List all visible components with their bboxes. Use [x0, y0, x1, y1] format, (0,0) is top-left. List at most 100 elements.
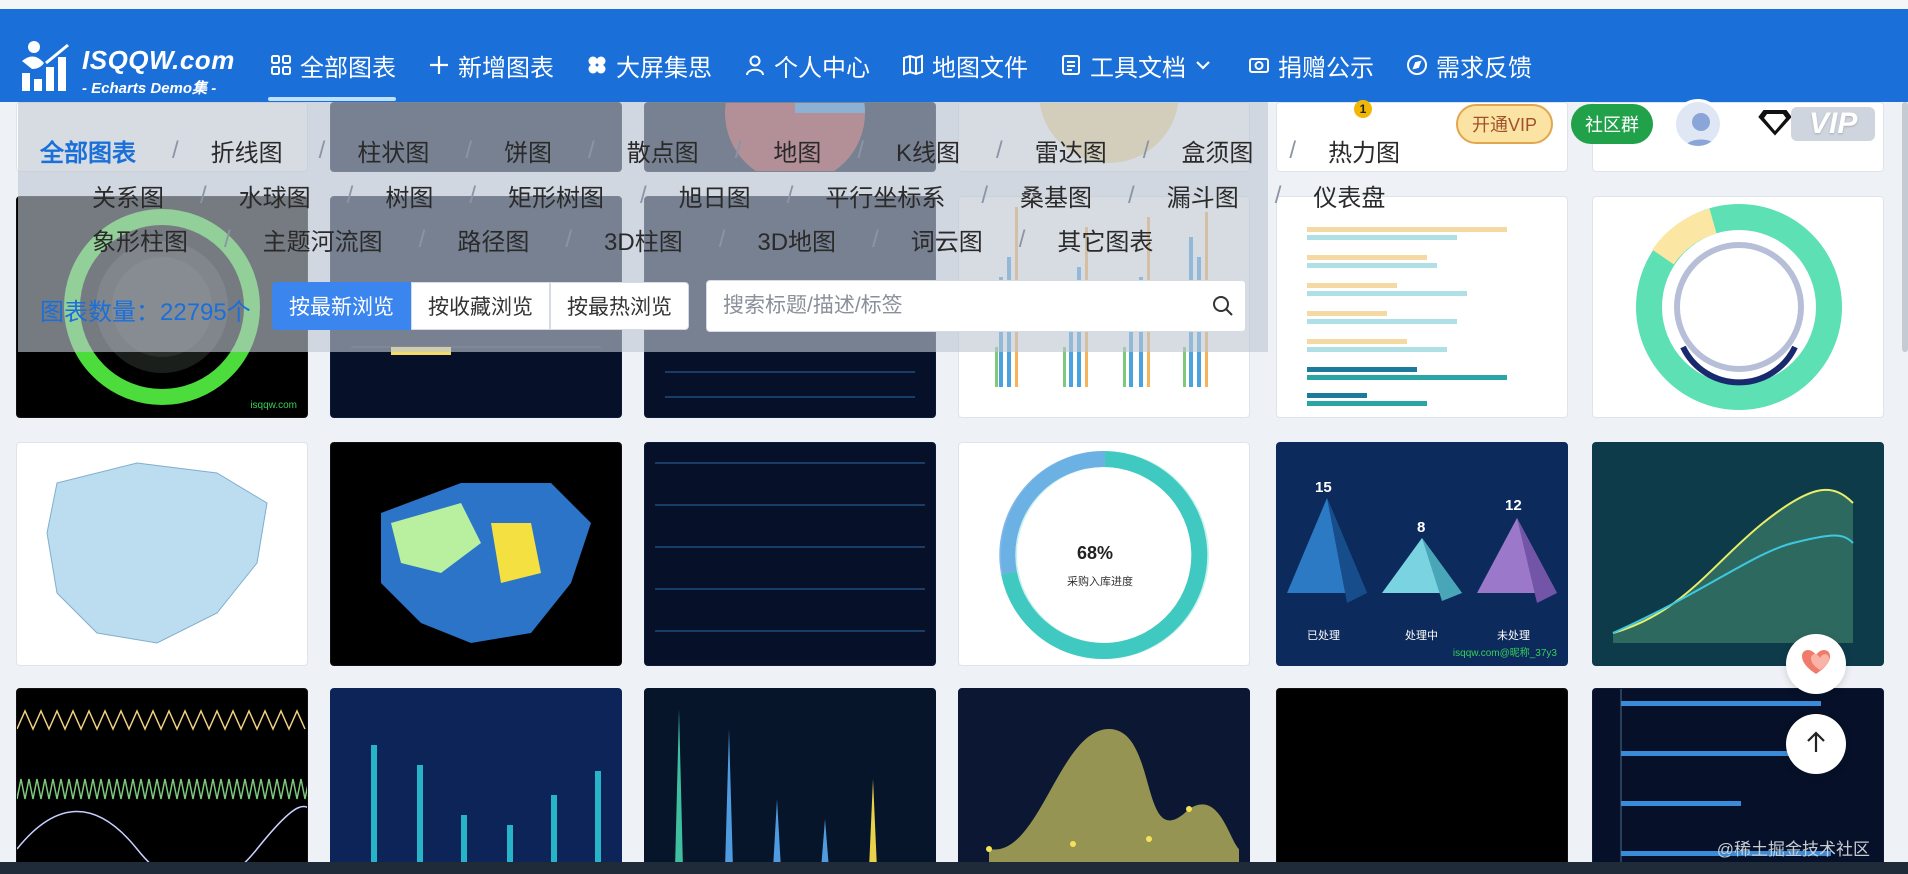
- filter-separator: /: [469, 181, 477, 209]
- like-hearts-button[interactable]: [1786, 634, 1846, 694]
- filter-separator: /: [1142, 136, 1150, 164]
- search-input[interactable]: [707, 281, 1201, 331]
- chart-card[interactable]: [1592, 442, 1884, 666]
- logo-title: ISQQW.com: [82, 45, 235, 75]
- nav-donations[interactable]: 捐赠公示: [1246, 39, 1374, 91]
- filter-liquidfill[interactable]: 水球图: [239, 178, 311, 213]
- nav-all-charts[interactable]: 全部图表: [268, 39, 396, 101]
- filter-gauge[interactable]: 仪表盘: [1313, 178, 1385, 213]
- chart-card[interactable]: [1276, 196, 1568, 418]
- search-box: [706, 280, 1246, 332]
- filter-all-charts[interactable]: 全部图表: [40, 133, 136, 168]
- nav-big-screen[interactable]: 大屏集思: [584, 39, 712, 91]
- chart-card[interactable]: [330, 688, 622, 868]
- filter-separator: /: [172, 136, 179, 164]
- search-icon[interactable]: [1201, 284, 1245, 328]
- scrollbar[interactable]: [1902, 102, 1908, 352]
- chart-card[interactable]: [330, 442, 622, 666]
- browser-top-strip: [0, 0, 1908, 9]
- vip-logo[interactable]: VIP: [1755, 105, 1876, 144]
- filter-radar[interactable]: 雷达图: [1035, 133, 1107, 168]
- filter-separator: /: [640, 181, 647, 209]
- filter-pie[interactable]: 饼图: [504, 133, 552, 168]
- filter-lines[interactable]: 路径图: [457, 222, 529, 257]
- filter-kline[interactable]: K线图: [896, 133, 960, 168]
- filter-separator: /: [857, 136, 865, 164]
- filter-separator: /: [872, 225, 879, 253]
- chart-card[interactable]: [958, 688, 1250, 868]
- filter-separator: /: [786, 181, 794, 209]
- chart-card[interactable]: [1276, 688, 1568, 868]
- filter-map3d[interactable]: 3D地图: [757, 222, 836, 257]
- filter-separator: /: [465, 136, 473, 164]
- logo-mark-icon: [22, 41, 69, 91]
- filter-tree[interactable]: 树图: [385, 178, 433, 213]
- donate-icon: [1246, 52, 1272, 78]
- filter-scatter[interactable]: 散点图: [627, 133, 699, 168]
- chart-card[interactable]: 15 8 12 已处理 处理中 未处理 isqqw.com@昵称_37y3: [1276, 442, 1568, 666]
- nav-add-chart[interactable]: 新增图表: [426, 39, 554, 91]
- filter-other[interactable]: 其它图表: [1057, 222, 1153, 257]
- vip-logo-text: VIP: [1791, 107, 1876, 141]
- filter-treemap[interactable]: 矩形树图: [508, 178, 604, 213]
- notification-badge: 1: [1354, 100, 1372, 118]
- filter-separator: /: [1128, 181, 1135, 209]
- logo[interactable]: ISQQW.com - Echarts Demo集 -: [18, 39, 238, 97]
- sort-favorites-button[interactable]: 按收藏浏览: [411, 282, 550, 330]
- filter-funnel[interactable]: 漏斗图: [1167, 178, 1239, 213]
- chart-card[interactable]: [16, 688, 308, 868]
- plus-icon: [426, 52, 452, 78]
- nav-map-files[interactable]: 地图文件: [900, 39, 1028, 91]
- nav-feedback[interactable]: 需求反馈: [1404, 39, 1532, 91]
- nav-label: 需求反馈: [1436, 54, 1532, 82]
- filter-pictorialbar[interactable]: 象形柱图: [92, 222, 188, 257]
- pyramid-label-1: 已处理: [1307, 630, 1340, 642]
- watermark: isqqw.com: [250, 400, 297, 411]
- nav-label: 捐赠公示: [1278, 54, 1374, 82]
- back-to-top-button[interactable]: [1786, 714, 1846, 774]
- sort-hottest-button[interactable]: 按最热浏览: [550, 282, 689, 330]
- heart-icon: [1800, 648, 1832, 681]
- filter-graph[interactable]: 关系图: [92, 178, 164, 213]
- filter-boxplot[interactable]: 盒须图: [1181, 133, 1253, 168]
- filter-separator: /: [224, 225, 231, 253]
- chart-count: 图表数量：22795个: [40, 299, 251, 326]
- nav-profile[interactable]: 个人中心: [742, 39, 870, 91]
- chart-card[interactable]: [1592, 196, 1884, 418]
- filter-themeriver[interactable]: 主题河流图: [263, 222, 383, 257]
- nav-label: 地图文件: [932, 54, 1028, 82]
- sort-latest-button[interactable]: 按最新浏览: [272, 282, 411, 330]
- open-vip-button[interactable]: 开通VIP: [1456, 104, 1554, 144]
- filter-map[interactable]: 地图: [773, 133, 821, 168]
- site-watermark: @稀土掘金技术社区: [1716, 840, 1870, 859]
- chart-card[interactable]: [644, 442, 936, 666]
- avatar[interactable]: [1673, 99, 1724, 149]
- filter-bar3d[interactable]: 3D柱图: [604, 222, 683, 257]
- chart-card[interactable]: [16, 442, 308, 666]
- filter-separator: /: [418, 225, 426, 253]
- pyramid-label-2: 处理中: [1405, 630, 1438, 642]
- filter-row-3: 象形柱图 / 主题河流图 / 路径图 / 3D柱图 / 3D地图 / 词云图 / 其它图表: [92, 222, 1189, 257]
- map-icon: [900, 52, 926, 78]
- diamond-icon: [1755, 105, 1795, 144]
- fullscreen-exit-icon[interactable]: [1386, 104, 1426, 144]
- filter-row-2: 关系图 / 水球图 / 树图 / 矩形树图 / 旭日图 / 平行坐标系 / 桑基图 / 漏斗图…: [92, 178, 1421, 213]
- arrow-up-icon: [1803, 729, 1829, 760]
- main-nav: 全部图表 新增图表 大屏集思 个人中心 地图文件 工具文档 捐赠公示 需求反馈: [268, 39, 1562, 101]
- chart-card[interactable]: 68% 采购入库进度: [958, 442, 1250, 666]
- filter-sunburst[interactable]: 旭日图: [679, 178, 751, 213]
- user-icon: [742, 52, 768, 78]
- filter-line[interactable]: 折线图: [211, 133, 283, 168]
- add-icon[interactable]: [1278, 104, 1318, 144]
- pyramid-value-3: 12: [1505, 497, 1522, 514]
- bell-icon[interactable]: 1: [1332, 100, 1372, 144]
- filter-sankey[interactable]: 桑基图: [1020, 178, 1092, 213]
- filter-bar[interactable]: 柱状图: [357, 133, 429, 168]
- filter-row-1: 全部图表 / 折线图 / 柱状图 / 饼图 / 散点图 / 地图 / K线图 / 雷达图 / 盒…: [40, 133, 1436, 168]
- chart-card[interactable]: [644, 688, 936, 868]
- filter-parallel[interactable]: 平行坐标系: [825, 178, 945, 213]
- filter-wordcloud[interactable]: 词云图: [911, 222, 983, 257]
- nav-label: 新增图表: [458, 54, 554, 82]
- community-group-button[interactable]: 社区群: [1571, 104, 1654, 144]
- nav-tool-docs[interactable]: 工具文档: [1058, 39, 1216, 91]
